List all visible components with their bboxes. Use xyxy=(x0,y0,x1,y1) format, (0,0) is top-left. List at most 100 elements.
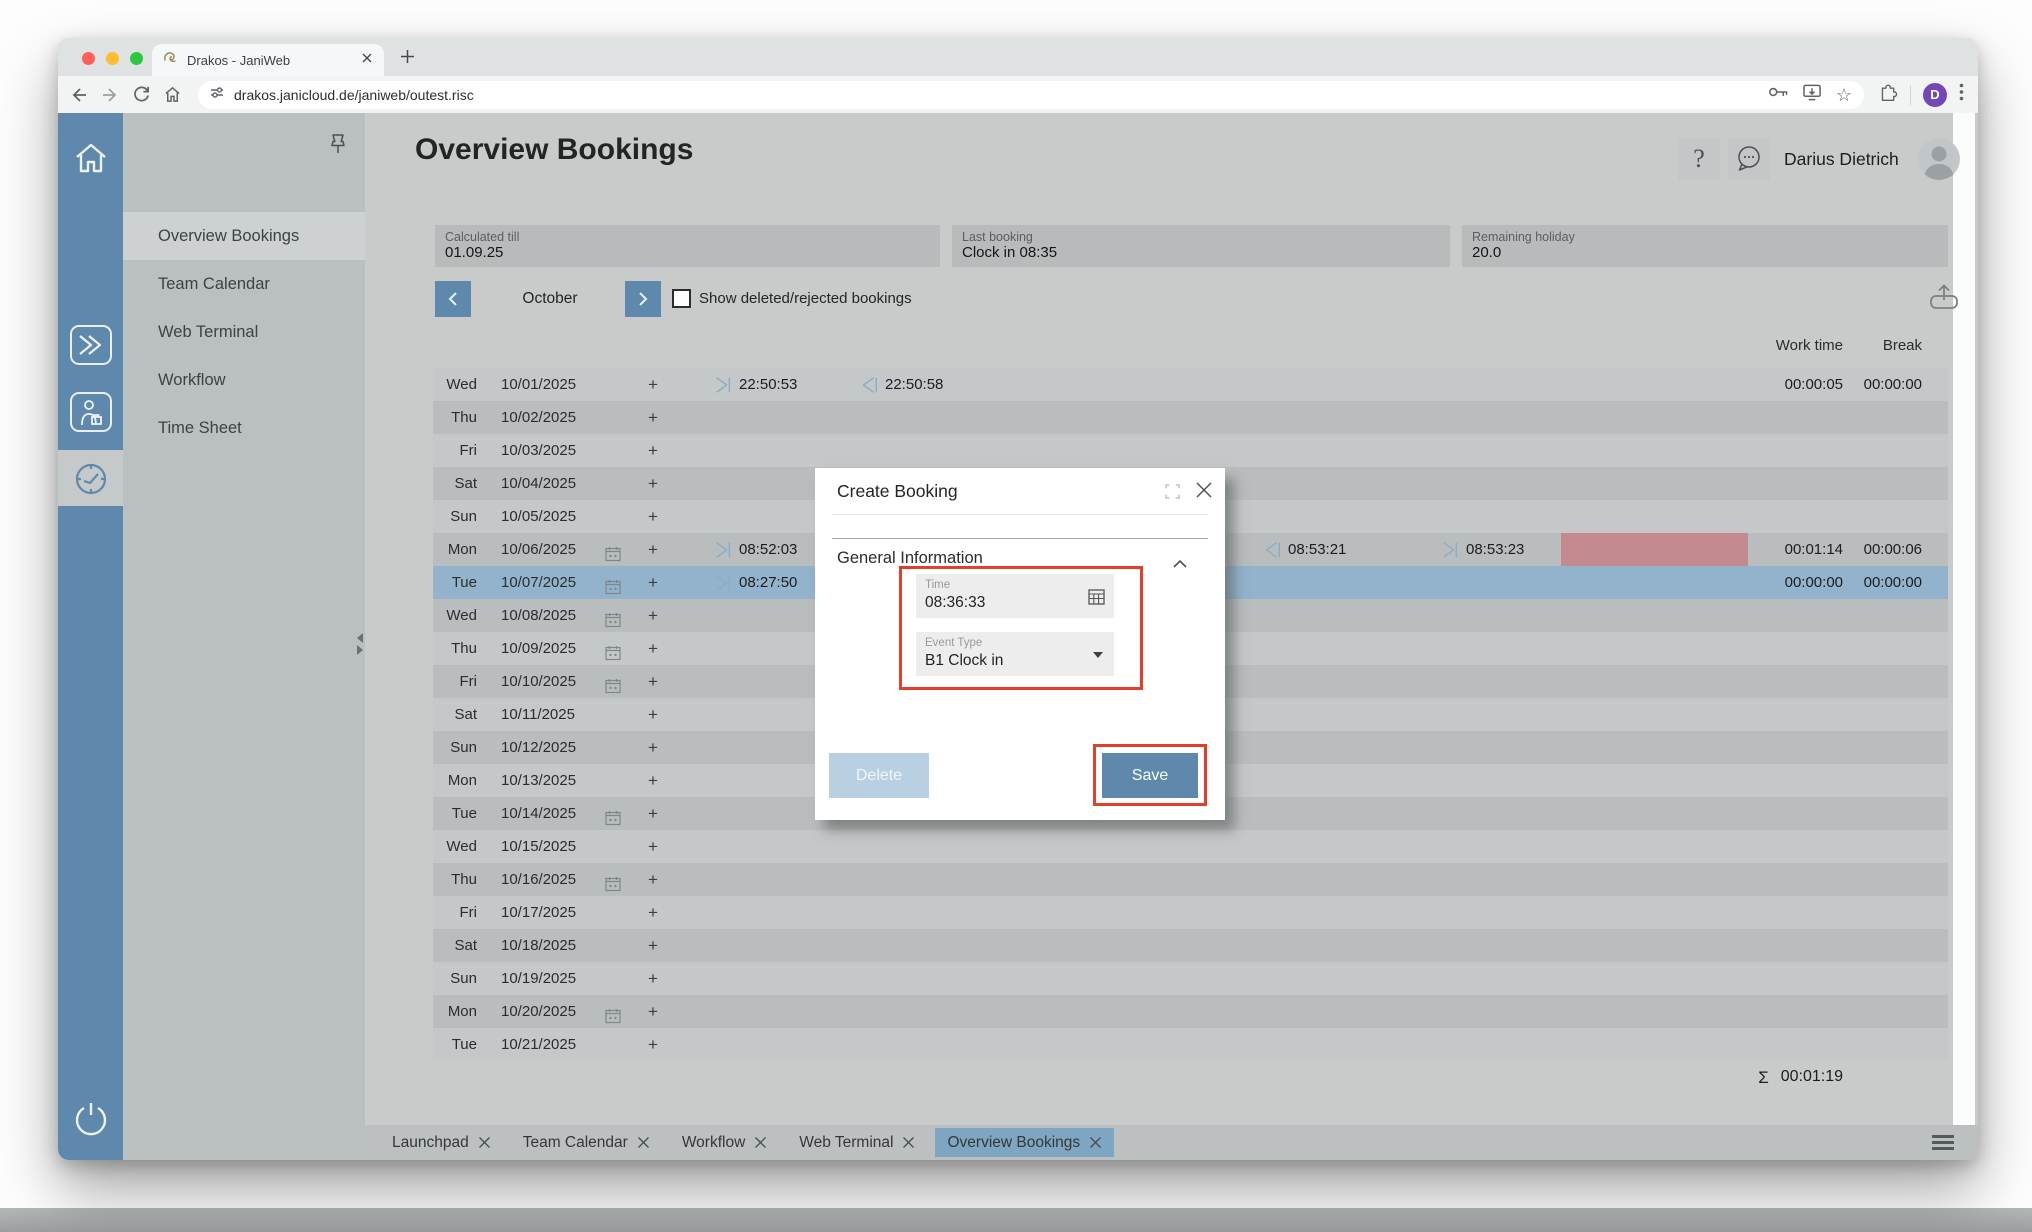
modal-divider-light xyxy=(832,514,1208,515)
add-booking-button[interactable]: + xyxy=(648,929,658,962)
home-rail-icon[interactable] xyxy=(58,141,123,175)
table-row[interactable]: Sat 10/18/2025 + xyxy=(433,929,1948,962)
modal-close-icon[interactable] xyxy=(1195,481,1213,504)
add-booking-button[interactable]: + xyxy=(648,434,658,467)
add-booking-button[interactable]: + xyxy=(648,566,658,599)
clock-out-icon xyxy=(859,374,879,396)
install-app-icon[interactable] xyxy=(1803,84,1822,106)
forward-button[interactable] xyxy=(99,84,121,106)
delete-button[interactable]: Delete xyxy=(829,753,929,798)
add-booking-button[interactable]: + xyxy=(648,533,658,566)
add-booking-button[interactable]: + xyxy=(648,1028,658,1061)
help-button[interactable]: ? xyxy=(1678,138,1720,180)
table-row[interactable]: Fri 10/03/2025 + xyxy=(433,434,1948,467)
module-tab[interactable]: Team Calendar xyxy=(511,1128,662,1157)
booking-entry[interactable]: 08:53:23 xyxy=(1440,533,1524,566)
user-avatar[interactable] xyxy=(1918,138,1960,180)
new-tab-button[interactable] xyxy=(400,49,415,69)
address-bar[interactable]: drakos.janicloud.de/janiweb/outest.risc … xyxy=(198,81,1864,109)
add-booking-button[interactable]: + xyxy=(648,797,658,830)
table-row[interactable]: Mon 10/20/2025 + xyxy=(433,995,1948,1028)
add-booking-button[interactable]: + xyxy=(648,500,658,533)
tab-close-icon[interactable] xyxy=(478,1136,491,1149)
table-row[interactable]: Sun 10/19/2025 + xyxy=(433,962,1948,995)
sidebar-menu-item[interactable]: Time Sheet xyxy=(123,404,365,452)
add-booking-button[interactable]: + xyxy=(648,830,658,863)
previous-month-button[interactable] xyxy=(435,281,471,317)
extensions-puzzle-icon[interactable] xyxy=(1879,83,1898,107)
logout-power-icon[interactable] xyxy=(58,1099,123,1139)
row-date: 10/19/2025 xyxy=(501,962,576,995)
table-row[interactable]: Wed 10/15/2025 + xyxy=(433,830,1948,863)
table-row[interactable]: Tue 10/21/2025 + xyxy=(433,1028,1948,1061)
add-booking-button[interactable]: + xyxy=(648,896,658,929)
next-month-button[interactable] xyxy=(625,281,661,317)
event-type-field[interactable]: Event Type B1 Clock in xyxy=(916,632,1114,676)
table-row[interactable]: Thu 10/16/2025 + xyxy=(433,863,1948,896)
workflow-rail-icon[interactable] xyxy=(58,392,123,432)
traffic-close-button[interactable] xyxy=(82,52,95,65)
module-tab[interactable]: Overview Bookings xyxy=(935,1128,1114,1157)
tab-close-icon[interactable] xyxy=(902,1136,915,1149)
reload-button[interactable] xyxy=(130,84,152,106)
add-booking-button[interactable]: + xyxy=(648,863,658,896)
sidebar-menu-item[interactable]: Web Terminal xyxy=(123,308,365,356)
row-day: Mon xyxy=(433,533,477,566)
dropdown-caret-icon[interactable] xyxy=(1093,652,1103,658)
back-button[interactable] xyxy=(68,84,90,106)
module-tab[interactable]: Web Terminal xyxy=(787,1128,927,1157)
site-info-icon[interactable] xyxy=(210,85,225,105)
page-title: Overview Bookings xyxy=(415,133,693,167)
tab-close-icon[interactable] xyxy=(1089,1136,1102,1149)
booking-entry[interactable]: 22:50:58 xyxy=(859,368,943,401)
pin-menu-icon[interactable] xyxy=(327,133,349,164)
home-button[interactable] xyxy=(161,84,183,106)
messages-button[interactable] xyxy=(1728,138,1770,180)
url-text[interactable]: drakos.janicloud.de/janiweb/outest.risc xyxy=(234,87,1759,103)
booking-entry[interactable]: 08:52:03 xyxy=(713,533,797,566)
browser-tab[interactable]: Drakos - JaniWeb xyxy=(152,44,384,76)
add-booking-button[interactable]: + xyxy=(648,731,658,764)
booking-entry[interactable]: 08:27:50 xyxy=(713,566,797,599)
bookmark-star-icon[interactable]: ☆ xyxy=(1836,86,1852,104)
tab-close-icon[interactable] xyxy=(637,1136,650,1149)
add-booking-button[interactable]: + xyxy=(648,467,658,500)
add-booking-button[interactable]: + xyxy=(648,401,658,434)
bookings-rail-icon-active[interactable] xyxy=(58,461,123,497)
save-button[interactable]: Save xyxy=(1102,753,1198,798)
add-booking-button[interactable]: + xyxy=(648,962,658,995)
browser-menu-icon[interactable] xyxy=(1959,83,1964,106)
password-key-icon[interactable] xyxy=(1768,85,1789,104)
table-row[interactable]: Thu 10/02/2025 + xyxy=(433,401,1948,434)
show-deleted-checkbox[interactable] xyxy=(672,289,691,308)
sidebar-menu-item[interactable]: Team Calendar xyxy=(123,260,365,308)
traffic-zoom-button[interactable] xyxy=(130,52,143,65)
tabbar-menu-icon[interactable] xyxy=(1932,1135,1954,1153)
modal-maximize-icon[interactable] xyxy=(1165,484,1180,504)
time-field[interactable]: Time 08:36:33 xyxy=(916,574,1114,618)
add-booking-button[interactable]: + xyxy=(648,698,658,731)
booking-entry[interactable]: 22:50:53 xyxy=(713,368,797,401)
add-booking-button[interactable]: + xyxy=(648,665,658,698)
traffic-minimize-button[interactable] xyxy=(106,52,119,65)
tab-close-icon[interactable] xyxy=(360,51,374,70)
add-booking-button[interactable]: + xyxy=(648,995,658,1028)
row-day: Tue xyxy=(433,1028,477,1061)
table-row[interactable]: Fri 10/17/2025 + xyxy=(433,896,1948,929)
web-terminal-rail-icon[interactable] xyxy=(58,325,123,365)
sidebar-menu-item[interactable]: Workflow xyxy=(123,356,365,404)
time-picker-calendar-icon[interactable] xyxy=(1088,588,1105,610)
browser-profile-avatar[interactable]: D xyxy=(1923,83,1947,107)
add-booking-button[interactable]: + xyxy=(648,764,658,797)
add-booking-button[interactable]: + xyxy=(648,368,658,401)
tab-close-icon[interactable] xyxy=(754,1136,767,1149)
module-tab[interactable]: Workflow xyxy=(670,1128,779,1157)
module-tab[interactable]: Launchpad xyxy=(380,1128,503,1157)
export-icon[interactable] xyxy=(1927,283,1961,318)
section-collapse-chevron-icon[interactable] xyxy=(1172,556,1188,574)
sidebar-menu-item[interactable]: Overview Bookings xyxy=(123,212,365,260)
add-booking-button[interactable]: + xyxy=(648,632,658,665)
add-booking-button[interactable]: + xyxy=(648,599,658,632)
table-row[interactable]: Wed 10/01/2025 + 00:00:05 00:00:00 22:50… xyxy=(433,368,1948,401)
booking-entry[interactable]: 08:53:21 xyxy=(1262,533,1346,566)
